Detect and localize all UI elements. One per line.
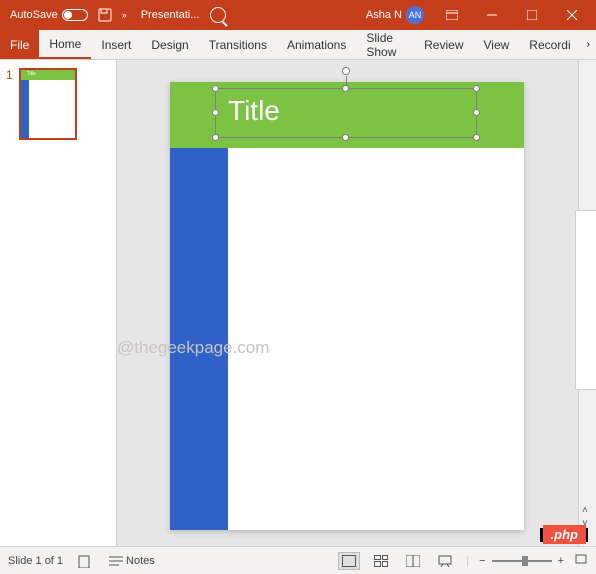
fit-to-window-button[interactable]	[574, 553, 588, 568]
tab-view[interactable]: View	[474, 30, 520, 59]
sorter-view-button[interactable]	[370, 552, 392, 570]
notes-icon	[109, 555, 123, 567]
slide-counter[interactable]: Slide 1 of 1	[8, 555, 63, 567]
save-icon[interactable]	[94, 0, 116, 30]
document-name: Presentati...	[133, 9, 208, 21]
spellcheck-icon[interactable]	[73, 554, 95, 568]
tab-review[interactable]: Review	[414, 30, 473, 59]
title-text[interactable]: Title	[216, 89, 476, 133]
reading-view-icon	[406, 555, 420, 567]
slide[interactable]: Title	[170, 82, 524, 530]
tab-file[interactable]: File	[0, 30, 39, 59]
resize-handle-n[interactable]	[342, 85, 349, 92]
toggle-off-icon	[62, 9, 88, 21]
tab-design[interactable]: Design	[141, 30, 198, 59]
thumbnail-panel: 1 Title	[0, 60, 117, 546]
zoom-out-button[interactable]: −	[479, 555, 485, 567]
right-pane: ˄˅≡	[578, 60, 596, 546]
sorter-view-icon	[374, 555, 388, 567]
resize-handle-w[interactable]	[212, 109, 219, 116]
tab-recording[interactable]: Recordi	[519, 30, 580, 59]
tab-insert[interactable]: Insert	[91, 30, 141, 59]
tab-animations[interactable]: Animations	[277, 30, 356, 59]
avatar: AN	[406, 6, 424, 24]
notes-button[interactable]: Notes	[105, 555, 159, 567]
zoom-thumb[interactable]	[522, 556, 528, 566]
user-name: Asha N	[366, 9, 402, 21]
zoom-track[interactable]	[492, 560, 552, 562]
zoom-in-button[interactable]: +	[558, 555, 564, 567]
slide-thumbnail[interactable]: Title	[19, 68, 77, 140]
slideshow-view-button[interactable]	[434, 552, 456, 570]
resize-handle-sw[interactable]	[212, 134, 219, 141]
thumbnail-title: Title	[27, 71, 36, 77]
user-account[interactable]: Asha N AN	[358, 6, 432, 24]
slide-canvas[interactable]: Title @thegeekpage.com	[117, 60, 578, 546]
slideshow-icon	[438, 555, 452, 567]
resize-handle-se[interactable]	[473, 134, 480, 141]
title-bar: AutoSave » Presentati... Asha N AN	[0, 0, 596, 30]
resize-handle-ne[interactable]	[473, 85, 480, 92]
normal-view-icon	[342, 555, 356, 567]
search-button[interactable]	[207, 0, 229, 30]
ribbon-display-options-icon[interactable]	[432, 0, 472, 30]
resize-handle-e[interactable]	[473, 109, 480, 116]
minimize-button[interactable]	[472, 0, 512, 30]
tab-transitions[interactable]: Transitions	[199, 30, 277, 59]
tab-home[interactable]: Home	[39, 30, 91, 59]
zoom-slider[interactable]: − +	[479, 555, 564, 567]
status-bar: Slide 1 of 1 Notes | − +	[0, 546, 596, 574]
normal-view-button[interactable]	[338, 552, 360, 570]
notes-label: Notes	[126, 555, 155, 567]
autosave-label: AutoSave	[10, 9, 58, 21]
search-icon	[210, 7, 226, 23]
ribbon-overflow-icon[interactable]: ›	[581, 39, 596, 50]
resize-handle-nw[interactable]	[212, 85, 219, 92]
ribbon-tabs: File Home Insert Design Transitions Anim…	[0, 30, 596, 60]
rotate-handle[interactable]	[342, 67, 350, 75]
thumbnail-number: 1	[6, 68, 13, 140]
tab-slideshow[interactable]: Slide Show	[356, 30, 414, 59]
maximize-button[interactable]	[512, 0, 552, 30]
thumbnail-row[interactable]: 1 Title	[6, 68, 110, 140]
reading-view-button[interactable]	[402, 552, 424, 570]
collapsed-pane[interactable]	[575, 210, 596, 390]
main-area: 1 Title Title @	[0, 60, 596, 546]
close-button[interactable]	[552, 0, 592, 30]
resize-handle-s[interactable]	[342, 134, 349, 141]
chevron-up-icon[interactable]: ˄	[582, 505, 588, 516]
title-textbox[interactable]: Title	[215, 88, 477, 138]
autosave-toggle[interactable]: AutoSave	[4, 9, 94, 21]
watermark: @thegeekpage.com	[117, 338, 269, 358]
qat-overflow-icon[interactable]: »	[116, 10, 133, 20]
php-badge: .php	[543, 525, 586, 544]
